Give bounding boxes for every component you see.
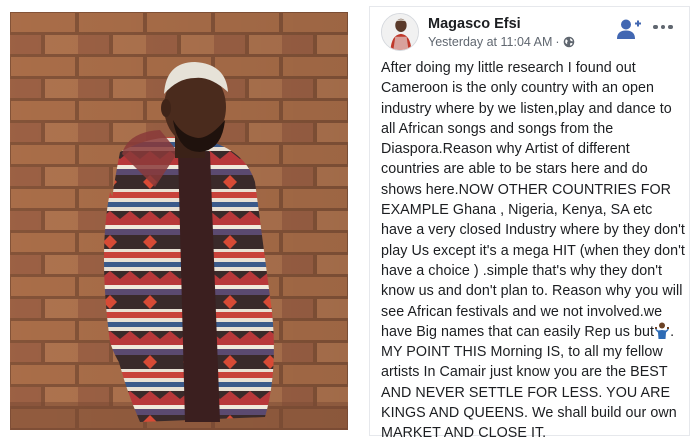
post-meta: Yesterday at 11:04 AM · bbox=[428, 35, 575, 49]
more-dot bbox=[660, 24, 666, 30]
post-timestamp[interactable]: Yesterday at 11:04 AM bbox=[428, 35, 552, 49]
post-header: Magasco Efsi Yesterday at 11:04 AM · bbox=[370, 7, 689, 57]
post-photo[interactable] bbox=[10, 12, 348, 430]
photo-illustration bbox=[10, 12, 348, 430]
post-text-part2: . MY POINT THIS Morning IS, to all my fe… bbox=[381, 323, 677, 441]
author-avatar[interactable] bbox=[381, 13, 419, 51]
post-text: After doing my little research I found o… bbox=[381, 58, 685, 441]
person-shrugging-emoji bbox=[655, 322, 670, 339]
globe-icon[interactable] bbox=[563, 36, 575, 48]
meta-separator: · bbox=[555, 35, 560, 49]
more-options-icon[interactable] bbox=[650, 16, 676, 38]
avatar-image bbox=[382, 14, 418, 50]
more-dot bbox=[653, 24, 658, 30]
post-text-part1: After doing my little research I found o… bbox=[381, 60, 685, 340]
add-friend-icon[interactable] bbox=[616, 18, 642, 40]
facebook-post: Magasco Efsi Yesterday at 11:04 AM · Aft… bbox=[369, 6, 690, 441]
author-name[interactable]: Magasco Efsi bbox=[428, 16, 521, 32]
more-dot bbox=[668, 24, 673, 30]
